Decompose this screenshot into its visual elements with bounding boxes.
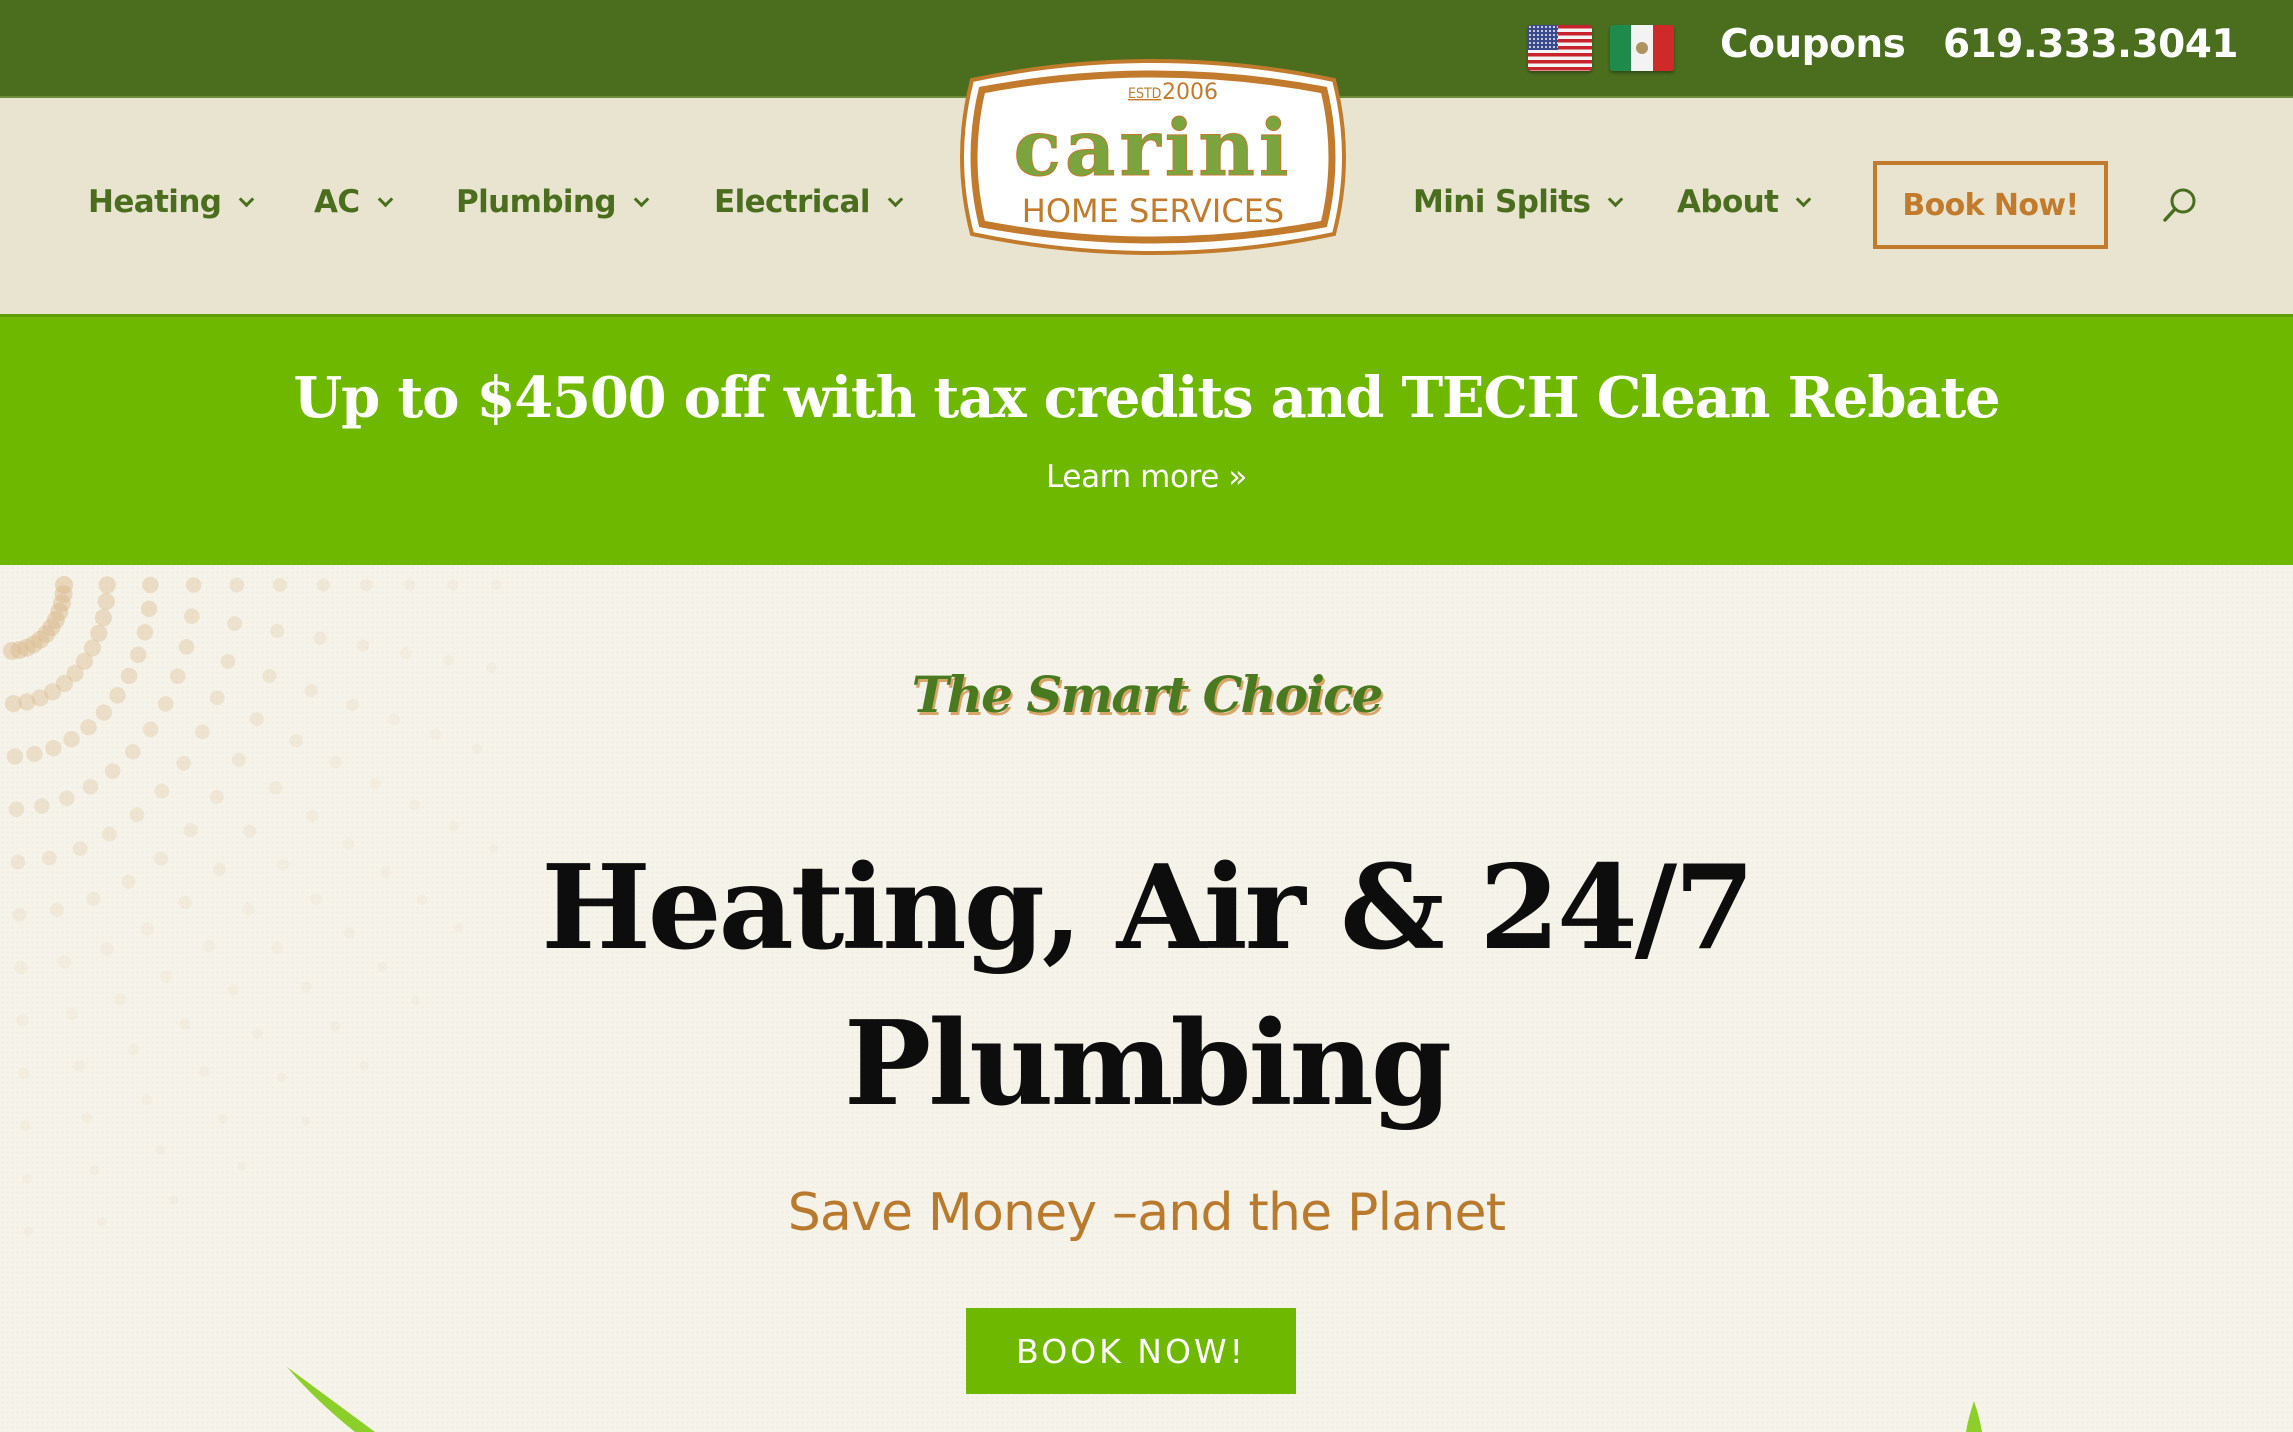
- chevron-down-icon: [633, 191, 650, 207]
- hero-title-line1: Heating, Air & 24/7: [541, 840, 1755, 976]
- us-flag-icon[interactable]: [1528, 25, 1592, 71]
- chevron-down-icon: [1796, 191, 1812, 207]
- decorative-dot: [58, 790, 75, 807]
- decorative-dot: [399, 647, 412, 659]
- decorative-dot: [409, 799, 420, 811]
- decorative-dot: [154, 783, 170, 799]
- hero-title-line2: Plumbing: [844, 996, 1452, 1132]
- chevron-down-icon: [887, 191, 904, 207]
- decorative-dot: [329, 755, 342, 769]
- decorative-dot: [8, 801, 25, 818]
- logo-year: 2006: [1162, 80, 1218, 105]
- decorative-dot: [94, 609, 113, 627]
- hero-section: The Smart Choice Heating, Air & 24/7 Plu…: [0, 565, 2293, 1432]
- decorative-dot: [269, 781, 283, 795]
- decorative-dot: [316, 578, 330, 592]
- decorative-dot: [227, 616, 242, 631]
- decorative-dot: [472, 743, 483, 754]
- carini-logo[interactable]: ESTD 2006 carini HOME SERVICES: [952, 50, 1354, 265]
- decorative-dot: [2, 641, 21, 660]
- search-icon: [2163, 188, 2196, 222]
- decorative-dot: [194, 724, 210, 740]
- nav-item-label: AC: [314, 184, 360, 220]
- book-now-hero-button[interactable]: BOOK NOW!: [966, 1308, 1296, 1394]
- logo-subtitle: HOME SERVICES: [1022, 192, 1284, 230]
- decorative-dot: [136, 624, 154, 641]
- hero-subtitle: Save Money –and the Planet: [787, 1183, 1506, 1243]
- decorative-dot: [270, 623, 285, 638]
- decorative-dot: [209, 790, 224, 805]
- promo-title: Up to $4500 off with tax credits and TEC…: [293, 365, 2001, 431]
- decorative-dot: [447, 579, 459, 591]
- decorative-dot: [178, 639, 195, 655]
- decorative-dot: [231, 752, 246, 767]
- decorative-dot: [125, 743, 141, 760]
- learn-more-link[interactable]: Learn more »: [0, 459, 2293, 495]
- decorative-dot: [82, 778, 99, 795]
- leaf-decoration-right: [1966, 1401, 1982, 1432]
- decorative-dot: [185, 577, 202, 593]
- nav-item-ac[interactable]: AC: [314, 184, 393, 220]
- decorative-dot: [90, 624, 108, 642]
- decorative-dot: [184, 608, 200, 625]
- nav-item-heating[interactable]: Heating: [88, 184, 255, 220]
- nav-item-label: Mini Splits: [1413, 184, 1591, 220]
- logo-badge: ESTD 2006 carini HOME SERVICES: [960, 59, 1346, 255]
- coupons-link[interactable]: Coupons: [1720, 22, 1906, 67]
- nav-item-about[interactable]: About: [1677, 184, 1812, 220]
- promo-banner: Up to $4500 off with tax credits and TEC…: [0, 314, 2293, 565]
- decorative-dot: [360, 578, 373, 592]
- phone-link[interactable]: 619.333.3041: [1943, 22, 2239, 67]
- decorative-dot: [313, 631, 327, 645]
- decorative-dot: [89, 1164, 100, 1175]
- decorative-dot: [430, 728, 442, 740]
- nav-item-label: About: [1677, 184, 1779, 220]
- logo-estd: ESTD: [1128, 86, 1161, 102]
- nav-item-plumbing[interactable]: Plumbing: [456, 184, 650, 220]
- nav-item-label: Electrical: [714, 184, 870, 220]
- leaf-decoration-left: [287, 1367, 375, 1432]
- chevron-down-icon: [239, 191, 255, 207]
- decorative-dot: [129, 807, 145, 823]
- decorative-dot: [34, 798, 50, 814]
- decorative-dot: [97, 592, 115, 611]
- decorative-dot: [289, 734, 303, 748]
- nav-item-mini-splits[interactable]: Mini Splits: [1413, 184, 1624, 220]
- hero-tagline: The Smart Choice: [911, 665, 1384, 724]
- book-now-nav-button[interactable]: Book Now!: [1873, 161, 2108, 249]
- decorative-dot: [140, 600, 158, 618]
- decorative-dot: [130, 646, 147, 663]
- decorative-dot: [104, 763, 121, 779]
- decorative-dot: [356, 639, 370, 652]
- decorative-dot: [26, 745, 43, 763]
- nav-item-electrical[interactable]: Electrical: [714, 184, 904, 220]
- decorative-dot: [45, 740, 62, 757]
- search-button[interactable]: [2160, 186, 2200, 226]
- decorative-dot: [306, 809, 319, 823]
- decorative-dot: [403, 579, 416, 591]
- chevron-down-icon: [377, 191, 393, 207]
- decorative-dot: [273, 578, 287, 592]
- logo-brand: carini: [1013, 103, 1292, 194]
- chevron-down-icon: [1608, 191, 1624, 207]
- decorative-dot: [229, 577, 245, 593]
- nav-item-label: Plumbing: [456, 184, 617, 220]
- nav-item-label: Heating: [88, 184, 222, 220]
- decorative-dot: [98, 576, 116, 594]
- decorative-dot: [176, 755, 192, 771]
- decorative-dot: [237, 1161, 247, 1171]
- hero-title: Heating, Air & 24/7 Plumbing: [0, 830, 2293, 1142]
- decorative-dot: [6, 748, 24, 765]
- decorative-dot: [491, 580, 501, 590]
- mx-flag-icon[interactable]: [1610, 25, 1674, 71]
- decorative-dot: [142, 576, 159, 594]
- decorative-dot: [369, 777, 381, 790]
- decorative-dot: [155, 1144, 166, 1155]
- decorative-dot: [63, 731, 80, 748]
